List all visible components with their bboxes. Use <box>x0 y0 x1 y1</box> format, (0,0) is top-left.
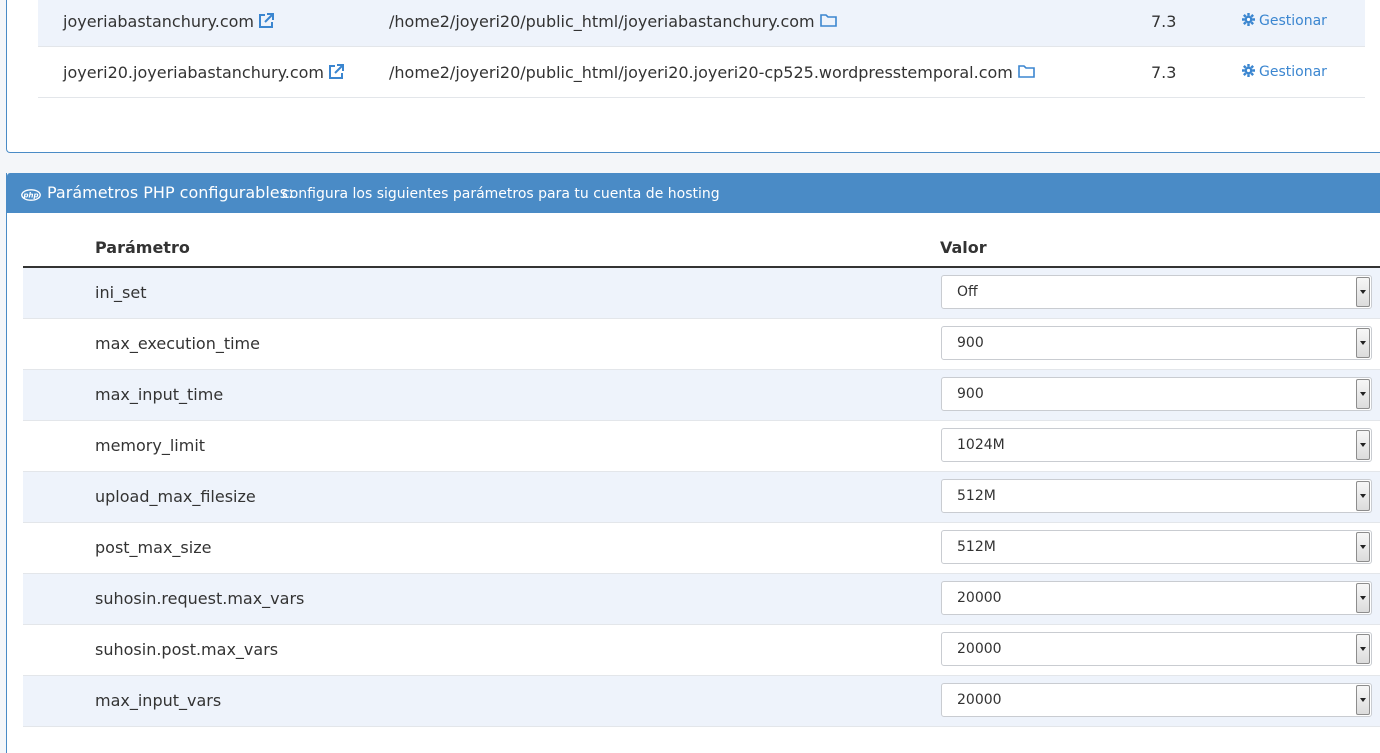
table-row: suhosin.post.max_vars 20000 <box>23 625 1380 676</box>
select-value[interactable]: 20000 <box>957 633 1002 666</box>
chevron-down-icon[interactable] <box>1356 481 1370 511</box>
path-cell: /home2/joyeri20/public_html/joyeriabasta… <box>389 0 837 47</box>
param-name: suhosin.request.max_vars <box>95 589 305 608</box>
param-value-select[interactable]: 1024M <box>941 428 1372 462</box>
document-root-path: /home2/joyeri20/public_html/joyeriabasta… <box>389 12 815 31</box>
param-name: max_input_vars <box>95 691 222 710</box>
param-name: post_max_size <box>95 538 212 557</box>
php-version: 7.3 <box>1151 12 1177 31</box>
select-value[interactable]: 20000 <box>957 582 1002 615</box>
chevron-down-icon[interactable] <box>1356 328 1370 358</box>
select-value[interactable]: 1024M <box>957 429 1005 462</box>
param-name: upload_max_filesize <box>95 487 256 506</box>
domains-panel: joyeriabastanchury.com /home2/joyeri20/p… <box>6 0 1380 153</box>
param-name: max_input_time <box>95 385 224 404</box>
chevron-down-icon[interactable] <box>1356 379 1370 409</box>
select-value[interactable]: 20000 <box>957 684 1002 717</box>
domain-row: joyeriabastanchury.com /home2/joyeri20/p… <box>38 0 1365 47</box>
table-row: suhosin.request.max_vars 20000 <box>23 574 1380 625</box>
document-root-path: /home2/joyeri20/public_html/joyeri20.joy… <box>389 63 1013 82</box>
domain-cell[interactable]: joyeri20.joyeriabastanchury.com <box>63 47 345 98</box>
param-name: max_execution_time <box>95 334 260 353</box>
php-logo-text: php <box>22 191 38 199</box>
folder-icon[interactable] <box>1018 65 1035 78</box>
select-value[interactable]: Off <box>957 276 978 309</box>
panel-title: Parámetros PHP configurables: <box>47 183 294 202</box>
param-name: ini_set <box>95 283 147 302</box>
chevron-down-icon[interactable] <box>1356 685 1370 715</box>
select-value[interactable]: 512M <box>957 531 996 564</box>
php-parameters-panel: php Parámetros PHP configurables: config… <box>6 173 1380 753</box>
php-panel-header: php Parámetros PHP configurables: config… <box>7 173 1380 213</box>
external-link-icon[interactable] <box>328 63 345 80</box>
chevron-down-icon[interactable] <box>1356 277 1370 307</box>
table-row: upload_max_filesize 512M <box>23 472 1380 523</box>
manage-label[interactable]: Gestionar <box>1259 64 1327 80</box>
table-row: ini_set Off <box>23 268 1380 319</box>
folder-icon[interactable] <box>819 14 837 27</box>
domain-row: joyeri20.joyeriabastanchury.com /home2/j… <box>38 47 1365 98</box>
php-logo-icon: php <box>21 186 41 205</box>
table-header: Parámetro Valor <box>23 228 1380 268</box>
column-header-value: Valor <box>940 238 987 257</box>
select-value[interactable]: 900 <box>957 378 984 411</box>
table-row: memory_limit 1024M <box>23 421 1380 472</box>
table-row: max_input_vars 20000 <box>23 676 1380 727</box>
domain-link[interactable]: joyeriabastanchury.com <box>63 12 254 31</box>
param-value-select[interactable]: 20000 <box>941 581 1372 615</box>
manage-label[interactable]: Gestionar <box>1259 13 1327 29</box>
param-value-select[interactable]: 512M <box>941 479 1372 513</box>
chevron-down-icon[interactable] <box>1356 634 1370 664</box>
gear-icon <box>1242 63 1255 77</box>
table-row: max_input_time 900 <box>23 370 1380 421</box>
manage-button[interactable]: Gestionar <box>1242 0 1327 47</box>
external-link-icon[interactable] <box>258 12 274 29</box>
table-row: post_max_size 512M <box>23 523 1380 574</box>
param-value-select[interactable]: 20000 <box>941 632 1372 666</box>
param-value-select[interactable]: 512M <box>941 530 1372 564</box>
param-value-select[interactable]: 900 <box>941 326 1372 360</box>
manage-button[interactable]: Gestionar <box>1242 47 1327 98</box>
select-value[interactable]: 512M <box>957 480 996 513</box>
chevron-down-icon[interactable] <box>1356 532 1370 562</box>
param-value-select[interactable]: 900 <box>941 377 1372 411</box>
domain-cell[interactable]: joyeriabastanchury.com <box>63 0 274 47</box>
param-value-select[interactable]: 20000 <box>941 683 1372 717</box>
chevron-down-icon[interactable] <box>1356 583 1370 613</box>
select-value[interactable]: 900 <box>957 327 984 360</box>
php-version: 7.3 <box>1151 63 1177 82</box>
chevron-down-icon[interactable] <box>1356 430 1370 460</box>
column-header-param: Parámetro <box>95 238 190 257</box>
gear-icon <box>1242 12 1255 26</box>
domain-link[interactable]: joyeri20.joyeriabastanchury.com <box>63 63 324 82</box>
param-name: memory_limit <box>95 436 206 455</box>
table-row: max_execution_time 900 <box>23 319 1380 370</box>
param-value-select[interactable]: Off <box>941 275 1372 309</box>
panel-subtitle: configura los siguientes parámetros para… <box>282 186 720 202</box>
path-cell: /home2/joyeri20/public_html/joyeri20.joy… <box>389 47 1035 98</box>
param-name: suhosin.post.max_vars <box>95 640 279 659</box>
